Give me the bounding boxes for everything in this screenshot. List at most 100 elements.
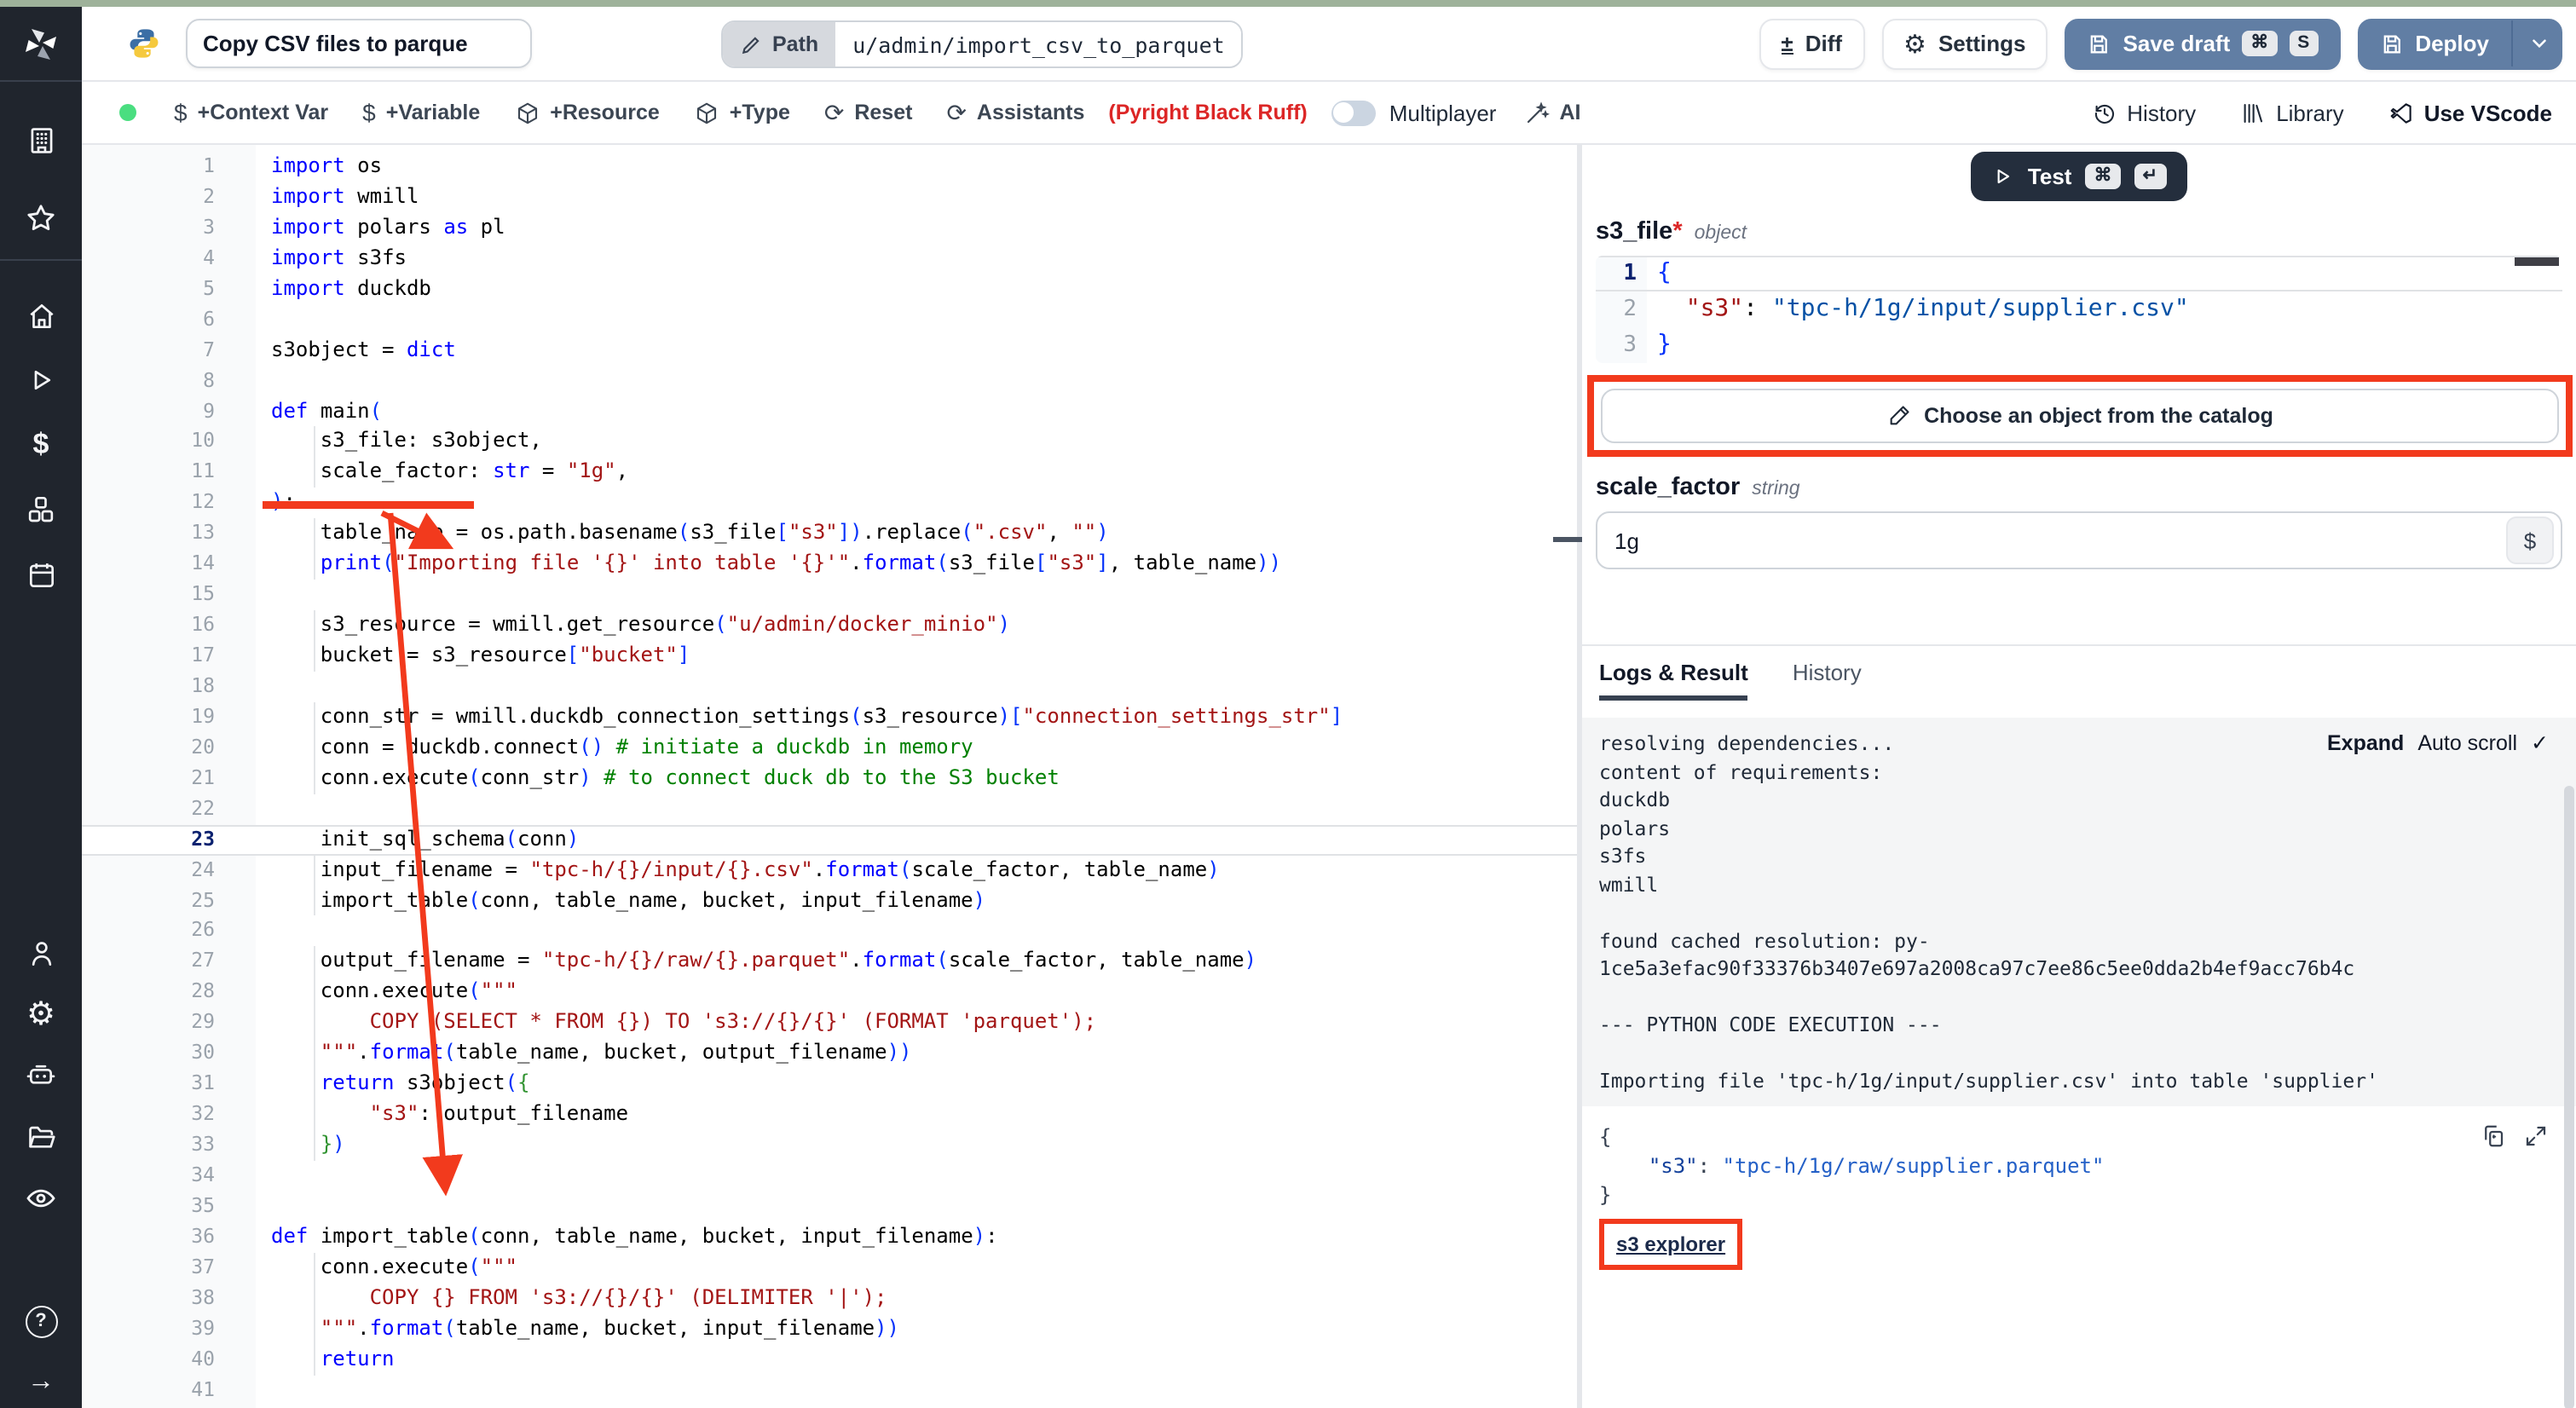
save-icon [2088, 32, 2111, 55]
code-line: 31 return s3object({ [82, 1069, 1577, 1099]
vscode-icon [2388, 100, 2414, 125]
windmill-logo-icon[interactable] [0, 7, 82, 82]
autoscroll-label: Auto scroll [2417, 730, 2517, 754]
multiplayer-toggle[interactable] [1331, 100, 1376, 125]
json-editor-lines: 1{2 "s3": "tpc-h/1g/input/supplier.csv"3… [1596, 256, 2562, 363]
save-icon [2379, 32, 2403, 55]
code-line: 6 [82, 304, 1577, 335]
chevron-down-icon[interactable] [2528, 32, 2550, 55]
red-highlight-box-choose: Choose an object from the catalog [1587, 375, 2573, 457]
add-context-var-button[interactable]: $ +Context Var [157, 99, 345, 126]
diff-button[interactable]: ± Diff [1759, 18, 1864, 69]
deploy-button[interactable]: Deploy [2357, 18, 2562, 69]
library-button[interactable]: Library [2240, 100, 2344, 125]
window-top-strip [0, 0, 2576, 7]
s-key-badge: S [2289, 31, 2318, 56]
workspace-building-icon[interactable] [0, 123, 82, 157]
required-asterisk: * [1672, 218, 1682, 245]
add-variable-button[interactable]: $ +Variable [345, 99, 497, 126]
tab-history[interactable]: History [1793, 660, 1862, 701]
code-line: 36def import_table(conn, table_name, buc… [82, 1222, 1577, 1253]
code-line: 20 conn = duckdb.connect() # initiate a … [82, 733, 1577, 764]
add-resource-button[interactable]: +Resource [497, 100, 677, 125]
runs-play-icon[interactable] [0, 363, 82, 397]
code-line: 33 }) [82, 1130, 1577, 1161]
path-field[interactable]: Path u/admin/import_csv_to_parquet [721, 20, 1244, 68]
folders-icon[interactable] [0, 1120, 82, 1154]
code-line: 3} [1596, 327, 2562, 363]
s3-explorer-link[interactable]: s3 explorer [1616, 1232, 1725, 1255]
use-vscode-button[interactable]: Use VScode [2388, 100, 2552, 125]
code-editor[interactable]: 1import os2import wmill3import polars as… [82, 145, 1577, 1408]
logs-area[interactable]: resolving dependencies...content of requ… [1582, 718, 2576, 1105]
code-line: 7s3object = dict [82, 335, 1577, 366]
red-highlight-box-s3-explorer: s3 explorer [1599, 1218, 1742, 1269]
code-line: 34 [82, 1161, 1577, 1192]
code-line: 10 s3_file: s3object, [82, 427, 1577, 458]
reset-button[interactable]: ⟳ Reset [807, 98, 930, 127]
dollar-icon: $ [362, 99, 376, 126]
s3-file-json-editor[interactable]: 1{2 "s3": "tpc-h/1g/input/supplier.csv"3… [1596, 256, 2562, 363]
panel-scrollbar-thumb[interactable] [2564, 786, 2574, 1408]
settings-gear-icon[interactable]: ⚙ [0, 997, 82, 1031]
test-button[interactable]: Test ⌘ ↵ [1972, 152, 2186, 201]
python-language-icon [126, 26, 162, 61]
history-clock-icon [2091, 100, 2117, 125]
collapse-arrow-right-icon[interactable]: → [0, 1365, 82, 1399]
header: Copy CSV files to parque Path u/admin/im… [82, 7, 2576, 82]
code-line: 30 """.format(table_name, bucket, output… [82, 1038, 1577, 1069]
ai-button[interactable]: AI [1506, 100, 1597, 125]
code-line: 13 table_name = os.path.basename(s3_file… [82, 519, 1577, 550]
workers-robot-icon[interactable] [0, 1059, 82, 1093]
linters-status[interactable]: (Pyright Black Ruff) [1101, 101, 1314, 124]
play-icon [1992, 165, 2014, 188]
status-green-dot [119, 104, 136, 121]
schedules-calendar-icon[interactable] [0, 557, 82, 591]
script-title-input[interactable]: Copy CSV files to parque [186, 19, 532, 68]
log-line: content of requirements: [1599, 758, 2559, 786]
audit-eye-icon[interactable] [0, 1181, 82, 1215]
cmd-key-badge: ⌘ [2242, 31, 2277, 56]
save-draft-button[interactable]: Save draft ⌘ S [2065, 18, 2341, 69]
arg-type: object [1695, 223, 1747, 244]
tab-logs-result[interactable]: Logs & Result [1599, 660, 1748, 701]
package-icon [694, 100, 719, 125]
resources-cubes-icon[interactable] [0, 493, 82, 527]
code-line: 40 return [82, 1344, 1577, 1375]
code-line: 41 [82, 1375, 1577, 1405]
history-button[interactable]: History [2091, 100, 2196, 125]
json-editor-scrollbar-thumb[interactable] [2515, 257, 2559, 266]
log-line [1599, 898, 2559, 926]
code-line: 2import wmill [82, 182, 1577, 213]
script-title-value: Copy CSV files to parque [203, 31, 468, 56]
code-line: 17 bucket = s3_resource["bucket"] [82, 641, 1577, 672]
variables-dollar-icon[interactable]: $ [0, 428, 82, 462]
result-tabs: Logs & Result History [1596, 646, 2562, 701]
favorites-star-icon[interactable] [0, 201, 82, 235]
expand-fullscreen-icon[interactable] [2523, 1122, 2549, 1148]
copy-clipboard-icon[interactable] [2481, 1122, 2506, 1148]
code-line: 28 conn.execute(""" [82, 978, 1577, 1008]
assistants-button[interactable]: ⟳ Assistants [929, 98, 1101, 127]
code-line: 27 output_filename = "tpc-h/{}/raw/{}.pa… [82, 947, 1577, 978]
expand-logs-button[interactable]: Expand [2327, 730, 2404, 754]
help-icon[interactable]: ? [0, 1304, 82, 1338]
scale-factor-input[interactable]: 1g $ [1596, 511, 2562, 569]
users-person-icon[interactable] [0, 936, 82, 970]
choose-object-button[interactable]: Choose an object from the catalog [1601, 389, 2559, 443]
insert-variable-dollar-button[interactable]: $ [2506, 516, 2554, 564]
code-line: 16 s3_resource = wmill.get_resource("u/a… [82, 610, 1577, 641]
path-chip: Path [723, 22, 835, 66]
code-line: 24 input_filename = "tpc-h/{}/input/{}.c… [82, 855, 1577, 886]
code-line: 25 import_table(conn, table_name, bucket… [82, 886, 1577, 916]
home-icon[interactable] [0, 298, 82, 332]
add-type-button[interactable]: +Type [677, 100, 807, 125]
code-line: 15 [82, 580, 1577, 610]
gear-icon: ⚙ [1903, 28, 1926, 59]
log-line [1599, 1039, 2559, 1067]
code-line: 22 [82, 793, 1577, 824]
settings-button[interactable]: ⚙ Settings [1881, 18, 2048, 69]
autoscroll-checkbox[interactable]: ✓ [2531, 730, 2549, 755]
pencil-icon [740, 33, 762, 55]
enter-key-badge: ↵ [2134, 164, 2166, 189]
